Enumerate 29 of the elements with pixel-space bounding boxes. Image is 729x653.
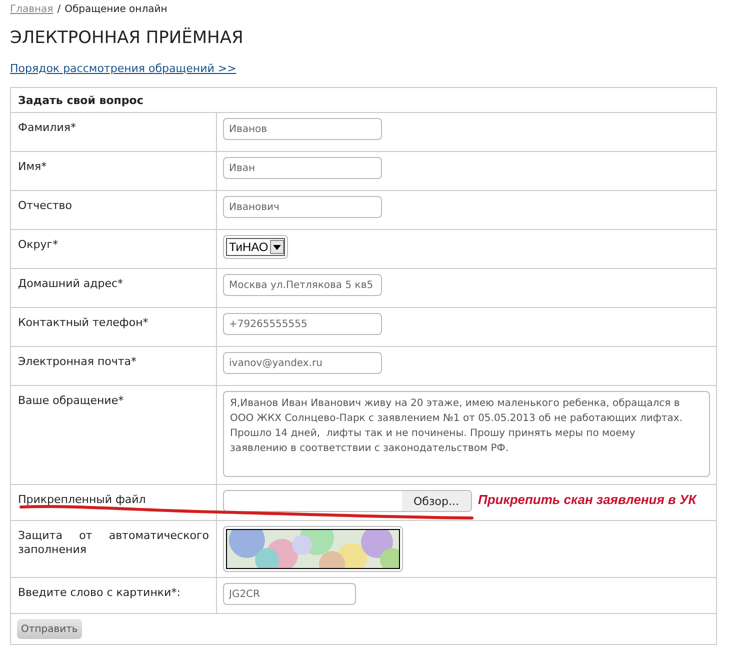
field-label: Защита от автоматического заполнения [18,529,209,556]
field-label: Введите слово с картинки*: [18,586,180,599]
field-label: Домашний адрес* [18,277,124,290]
text-field[interactable]: Иван [223,157,382,179]
browse-button[interactable]: Обзор... [402,491,471,511]
district-select[interactable]: ТиНАО [223,235,288,259]
file-field[interactable]: Обзор... [223,490,472,512]
field-label: Электронная почта* [18,355,137,368]
message-textarea[interactable]: Я,Иванов Иван Иванович живу на 20 этаже, имею маленького ребенка, обращался в ООО ЖКХ Солнцево-Парк с заявлением №1 от 05.05.2013 об не работающих лифтах. Прошло 14 дней, лифты так и не починены. Прошу принять меры по моему заявлению в соответствии с законодательством РФ. [223,391,710,477]
text-field[interactable]: ivanov@yandex.ru [223,352,382,374]
annotation-text: Прикрепить скан заявления в УК [478,492,696,507]
breadcrumb-current: Обращение онлайн [64,4,168,14]
field-label: Округ* [18,238,58,251]
form-heading: Задать свой вопрос [11,88,716,113]
field-label: Отчество [18,199,72,212]
breadcrumb-separator: / [57,4,61,14]
page-title: ЭЛЕКТРОННАЯ ПРИЁМНАЯ [10,28,244,48]
field-label: Прикрепленный файл [18,493,146,506]
text-field[interactable]: Москва ул.Петлякова 5 кв5 [223,274,382,296]
text-field[interactable]: Иванович [223,196,382,218]
home-link[interactable]: Главная [10,4,54,14]
field-label: Контактный телефон* [18,316,148,329]
field-label: Фамилия* [18,121,76,134]
field-label: Ваше обращение* [18,394,124,407]
text-field[interactable]: +79265555555 [223,313,382,335]
field-label: Имя* [18,160,47,173]
procedure-link[interactable]: Порядок рассмотрения обращений >> [10,62,236,75]
text-field[interactable]: Иванов [223,118,382,140]
submit-button[interactable]: Отправить [17,619,82,639]
